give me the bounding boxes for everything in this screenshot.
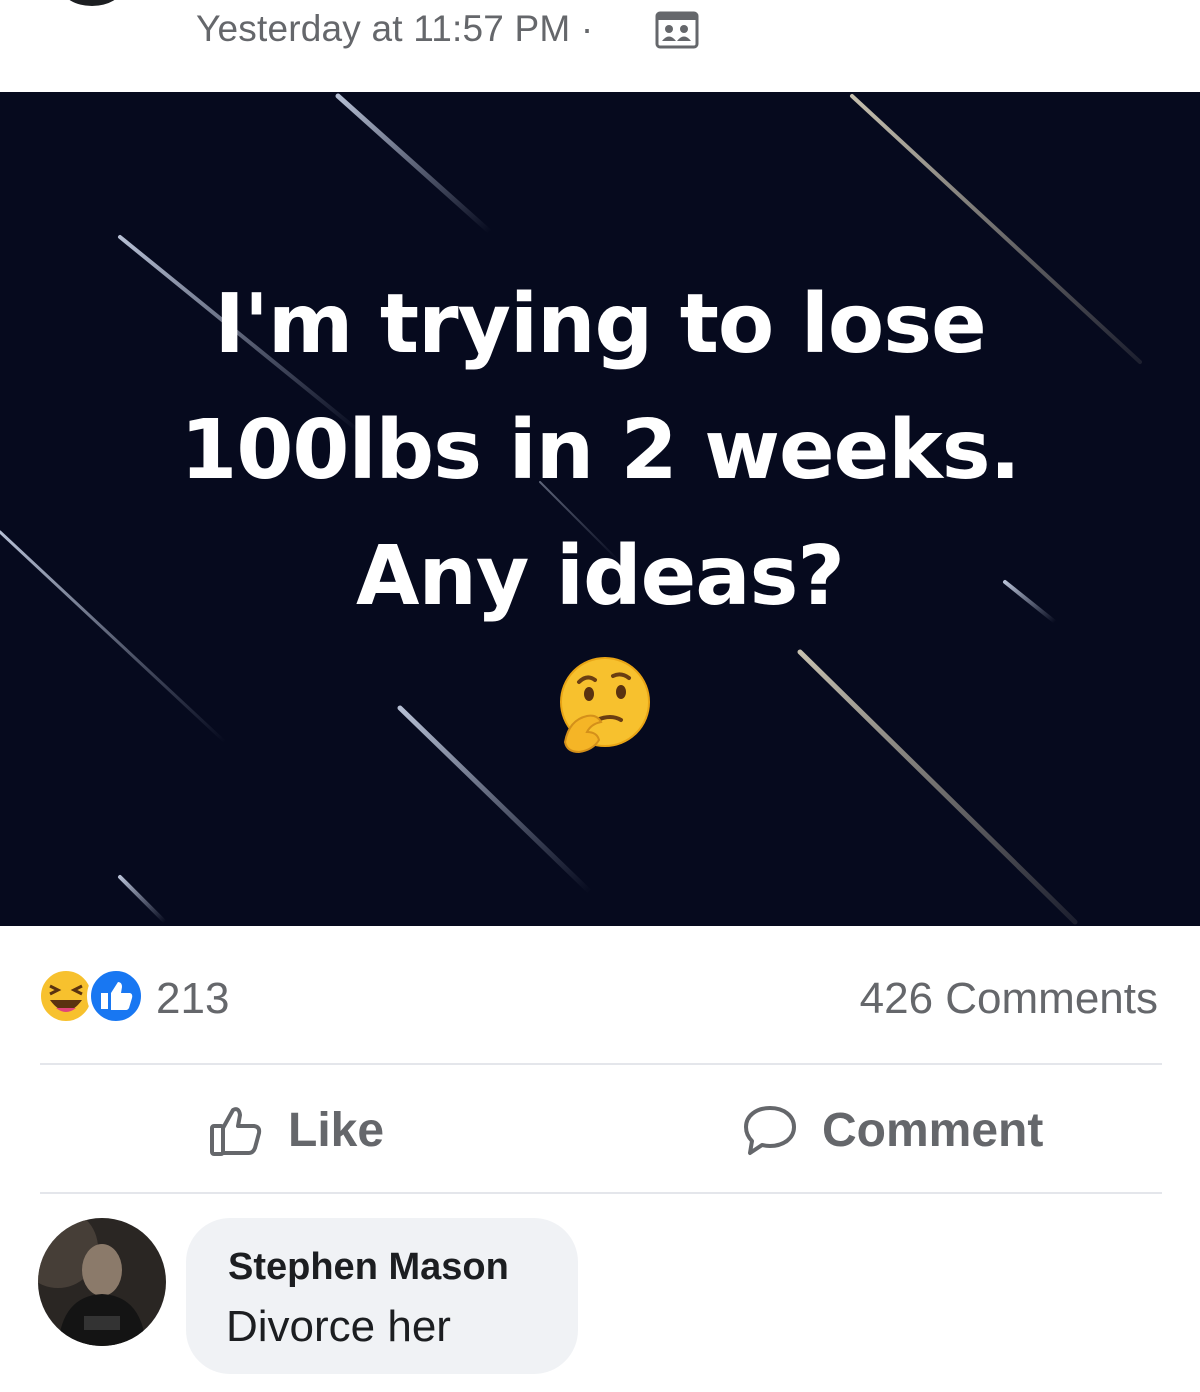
poster-avatar[interactable] [62,0,122,6]
caption-line: Any ideas? [356,529,845,624]
caption-line: I'm trying to lose [214,277,986,372]
comment-button-label: Comment [822,1103,1044,1157]
comment-count[interactable]: 426 Comments [860,974,1158,1024]
like-icon [210,1107,262,1156]
reaction-count[interactable]: 213 [156,974,229,1024]
like-button-label: Like [288,1103,385,1157]
like-reaction-icon[interactable] [86,966,146,1026]
friends-list-icon[interactable] [655,10,699,50]
divider [40,1063,1162,1065]
comment-bubble: Stephen Mason Divorce her [186,1218,578,1374]
like-button[interactable]: Like [206,1080,384,1180]
thinking-face-emoji [560,657,650,754]
commenter-avatar[interactable] [38,1218,166,1346]
comment-author[interactable]: Stephen Mason [228,1246,509,1289]
post-image-caption: I'm trying to lose 100lbs in 2 weeks. An… [0,262,1200,640]
post-timestamp[interactable]: Yesterday at 11:57 PM · [196,8,593,50]
post-header: Yesterday at 11:57 PM · [0,0,1200,92]
comment-text: Divorce her [226,1302,451,1351]
divider [40,1192,1162,1194]
comment-button[interactable]: Comment [740,1080,1043,1180]
post-image[interactable]: I'm trying to lose 100lbs in 2 weeks. An… [0,92,1200,926]
caption-line: 100lbs in 2 weeks. [180,403,1020,498]
avatar-photo [38,1218,166,1346]
comment-icon [744,1106,796,1155]
